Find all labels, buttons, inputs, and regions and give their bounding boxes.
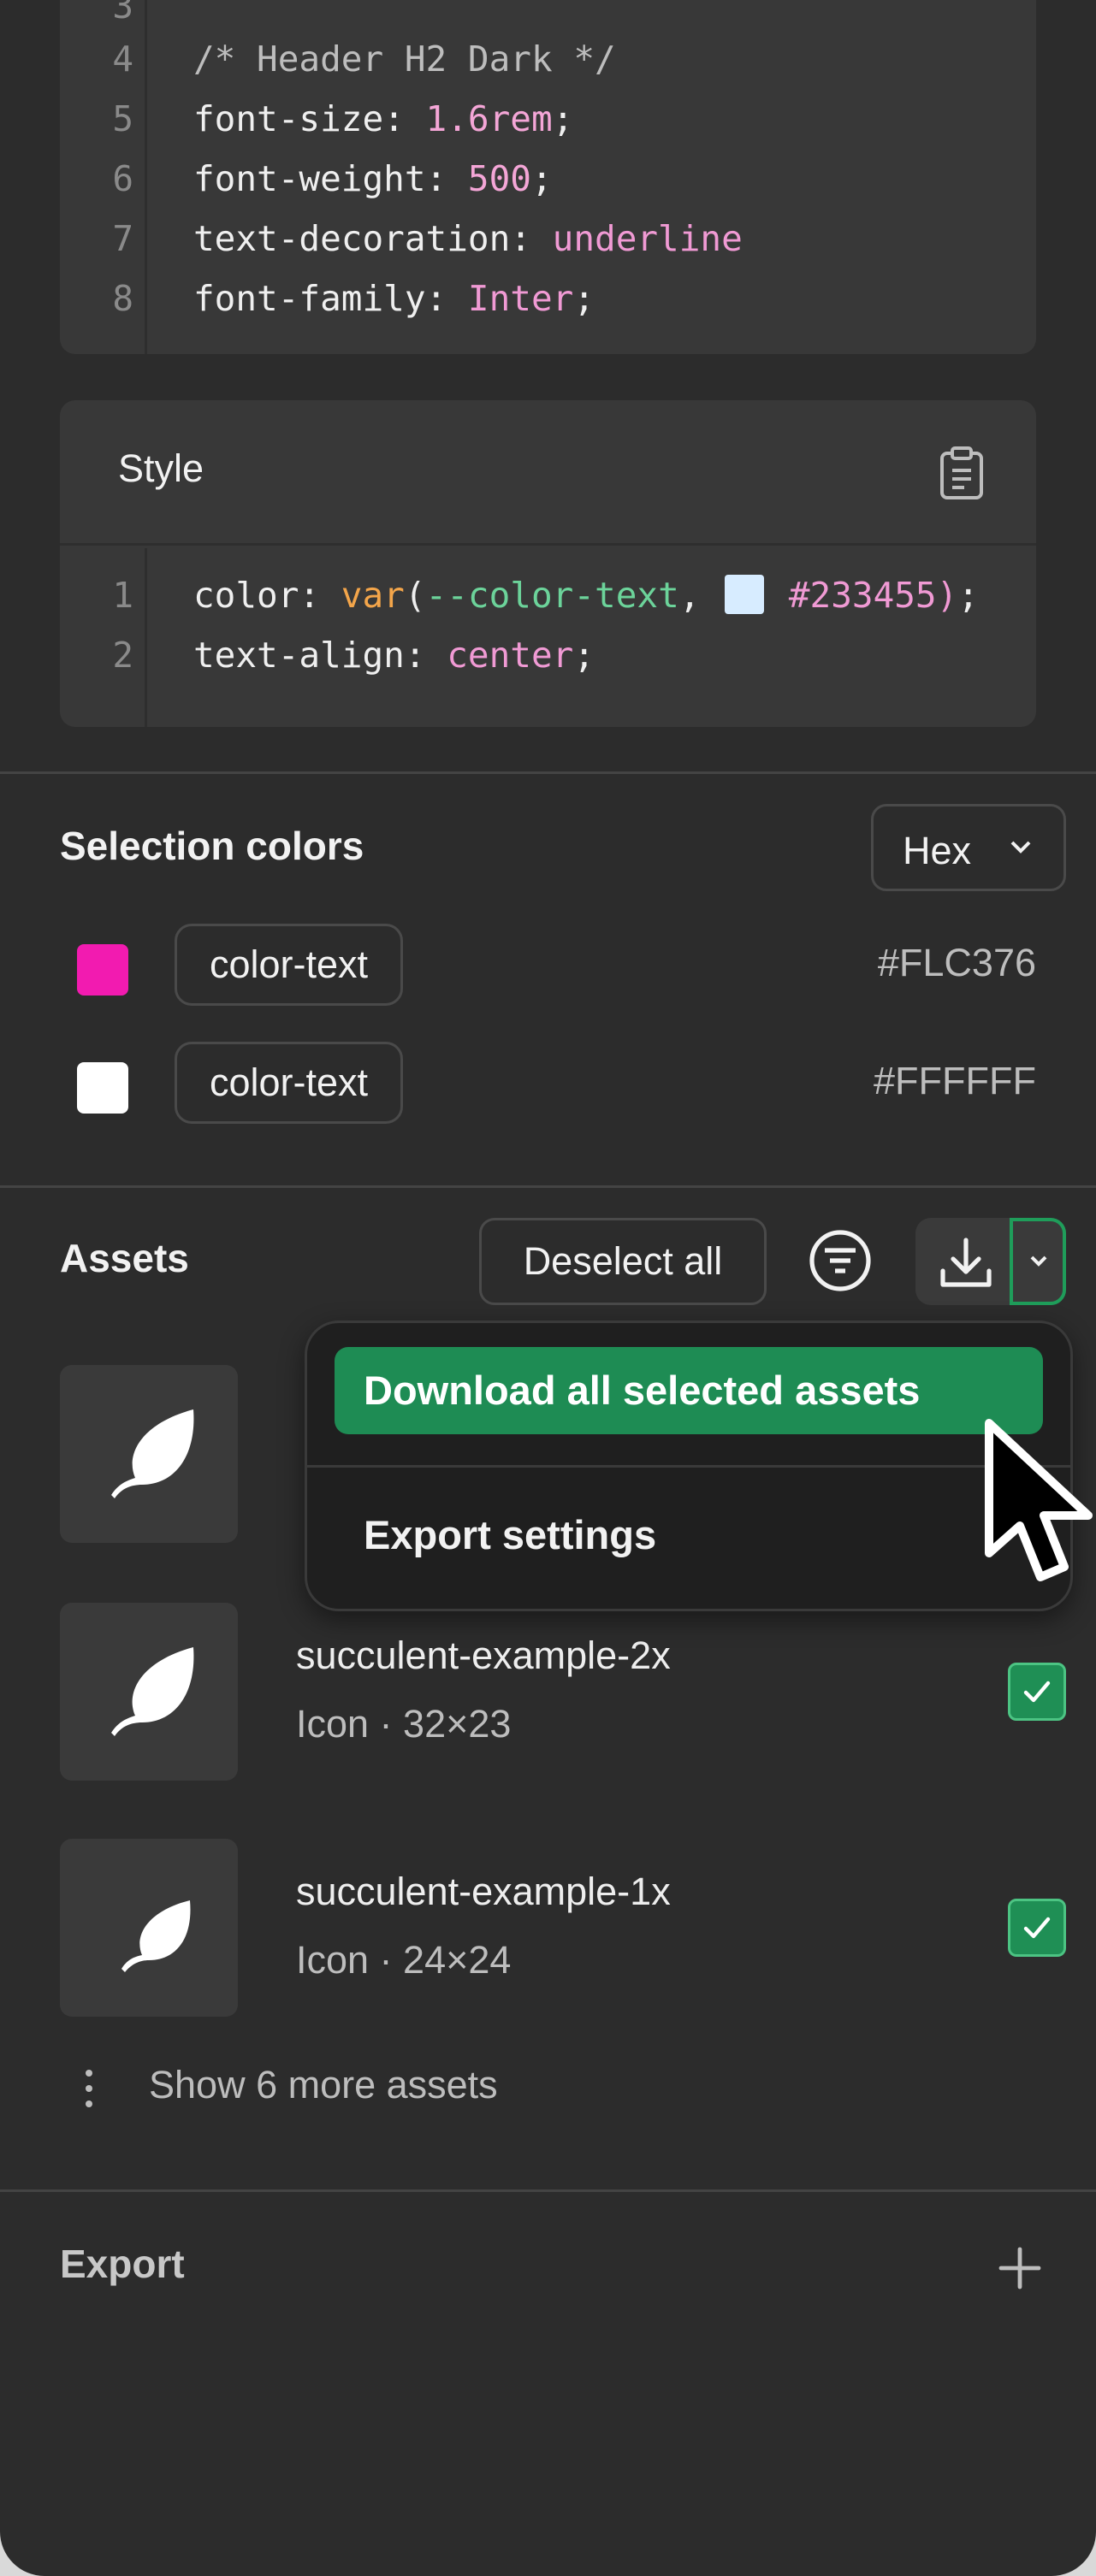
download-split-button[interactable] — [915, 1218, 1066, 1305]
css-value: 1.6rem — [425, 98, 553, 139]
css-hex: #233455 — [788, 575, 937, 616]
check-icon — [1023, 1681, 1051, 1703]
code-text: font-size: 1.6rem; — [193, 89, 573, 149]
section-divider — [0, 771, 1096, 774]
code-line: 4 /* Header H2 Dark */ — [60, 29, 1036, 89]
css-function: var — [341, 575, 405, 616]
code-line: 5 font-size: 1.6rem; — [60, 89, 1036, 149]
line-number: 7 — [112, 218, 133, 259]
asset-name: succulent-example-1x — [296, 1870, 671, 1913]
selection-color-row[interactable]: color-text #FFFFFF — [60, 1042, 1036, 1124]
line-number: 2 — [112, 635, 133, 676]
line-number: 8 — [112, 278, 133, 319]
section-divider — [0, 2189, 1096, 2192]
color-hex-value: #FLC376 — [877, 941, 1036, 984]
css-semicolon: ; — [573, 635, 595, 676]
css-property: color: — [193, 575, 341, 616]
asset-row[interactable]: succulent-example-1x Icon · 24×24 — [60, 1839, 1066, 2017]
plus-icon[interactable] — [998, 2246, 1042, 2290]
css-variable: --color-text — [425, 575, 679, 616]
color-format-value: Hex — [903, 829, 972, 872]
export-title: Export — [60, 2242, 185, 2286]
code-body: 1 color: var(--color-text, #233455); 2 t… — [60, 548, 1036, 727]
css-semicolon: ; — [957, 575, 979, 616]
line-number: 4 — [112, 38, 133, 80]
inspect-panel: 3 4 /* Header H2 Dark */ 5 font-size: 1.… — [0, 0, 1096, 2576]
leaf-icon — [111, 1647, 194, 1736]
code-text: text-align: center; — [193, 625, 595, 685]
mouse-pointer-icon — [985, 1419, 1093, 1581]
asset-meta: Icon · 24×24 — [296, 1938, 512, 1982]
line-number: 5 — [112, 98, 133, 139]
color-hex-value: #FFFFFF — [874, 1059, 1036, 1102]
style-title: Style — [118, 446, 204, 490]
filter-icon[interactable] — [808, 1228, 873, 1293]
css-property: font-weight: — [193, 158, 468, 199]
export-settings-menu-item[interactable]: Export settings — [364, 1511, 656, 1558]
asset-name: succulent-example-2x — [296, 1634, 671, 1677]
chevron-down-icon — [1030, 1256, 1047, 1267]
deselect-all-button[interactable]: Deselect all — [479, 1218, 767, 1305]
line-number: 1 — [112, 575, 133, 616]
download-options-toggle[interactable] — [1010, 1218, 1066, 1305]
css-semicolon: ; — [530, 158, 553, 199]
css-property: text-align: — [193, 635, 447, 676]
color-swatch-inline — [725, 575, 765, 614]
color-swatch — [77, 944, 128, 996]
menu-separator — [307, 1465, 1070, 1468]
code-block-typography: 3 4 /* Header H2 Dark */ 5 font-size: 1.… — [60, 0, 1036, 354]
code-text: font-weight: 500; — [193, 149, 553, 209]
style-header: Style — [60, 400, 1036, 546]
asset-thumbnail — [60, 1365, 238, 1543]
code-line: 8 font-family: Inter; — [60, 269, 1036, 328]
color-token-chip[interactable]: color-text — [175, 1042, 404, 1124]
code-block-style: Style 1 color: var(--color-text, #233455… — [60, 400, 1036, 727]
css-value: 500 — [467, 158, 531, 199]
check-icon — [1023, 1917, 1051, 1939]
css-comma: , — [678, 575, 722, 616]
asset-thumbnail — [60, 1839, 238, 2017]
line-number: 6 — [112, 158, 133, 199]
leaf-icon — [121, 1900, 191, 1972]
selection-colors-title: Selection colors — [60, 824, 364, 868]
code-text: font-family: Inter; — [193, 269, 595, 328]
asset-checkbox[interactable] — [1008, 1663, 1066, 1721]
code-text: color: var(--color-text, #233455); — [193, 565, 979, 625]
clipboard-icon[interactable] — [937, 446, 986, 501]
asset-checkbox[interactable] — [1008, 1899, 1066, 1957]
selection-color-row[interactable]: color-text #FLC376 — [60, 924, 1036, 1006]
download-icon[interactable] — [936, 1233, 996, 1293]
download-all-selected-button[interactable]: Download all selected assets — [335, 1347, 1043, 1434]
code-line: 2 text-align: center; — [60, 625, 1036, 685]
asset-row[interactable]: succulent-example-2x Icon · 32×23 — [60, 1603, 1066, 1781]
code-body: 3 4 /* Header H2 Dark */ 5 font-size: 1.… — [60, 0, 1036, 354]
code-line: 6 font-weight: 500; — [60, 149, 1036, 209]
code-text: text-decoration: underline — [193, 209, 743, 269]
css-property: font-size: — [193, 98, 426, 139]
chevron-down-icon — [1010, 841, 1031, 854]
code-line: 1 color: var(--color-text, #233455); — [60, 565, 1036, 625]
css-value: underline — [552, 218, 743, 259]
css-semicolon: ; — [552, 98, 574, 139]
color-swatch — [77, 1062, 128, 1114]
css-value: Inter — [467, 278, 574, 319]
asset-thumbnail — [60, 1603, 238, 1781]
css-paren: ) — [936, 575, 958, 616]
download-options-menu: Download all selected assets Export sett… — [305, 1320, 1073, 1611]
code-comment: /* Header H2 Dark */ — [193, 38, 616, 80]
code-line: 7 text-decoration: underline — [60, 209, 1036, 269]
css-property: text-decoration: — [193, 218, 553, 259]
color-token-chip[interactable]: color-text — [175, 924, 404, 1006]
css-semicolon: ; — [573, 278, 595, 319]
more-vertical-icon — [86, 2070, 92, 2107]
css-value: center — [447, 635, 574, 676]
css-paren: ( — [404, 575, 426, 616]
section-divider — [0, 1185, 1096, 1188]
leaf-icon — [111, 1409, 194, 1498]
color-format-select[interactable]: Hex — [871, 804, 1066, 891]
asset-meta: Icon · 32×23 — [296, 1702, 512, 1746]
show-more-label: Show 6 more assets — [149, 2063, 498, 2106]
assets-title: Assets — [60, 1236, 189, 1280]
css-property: font-family: — [193, 278, 468, 319]
